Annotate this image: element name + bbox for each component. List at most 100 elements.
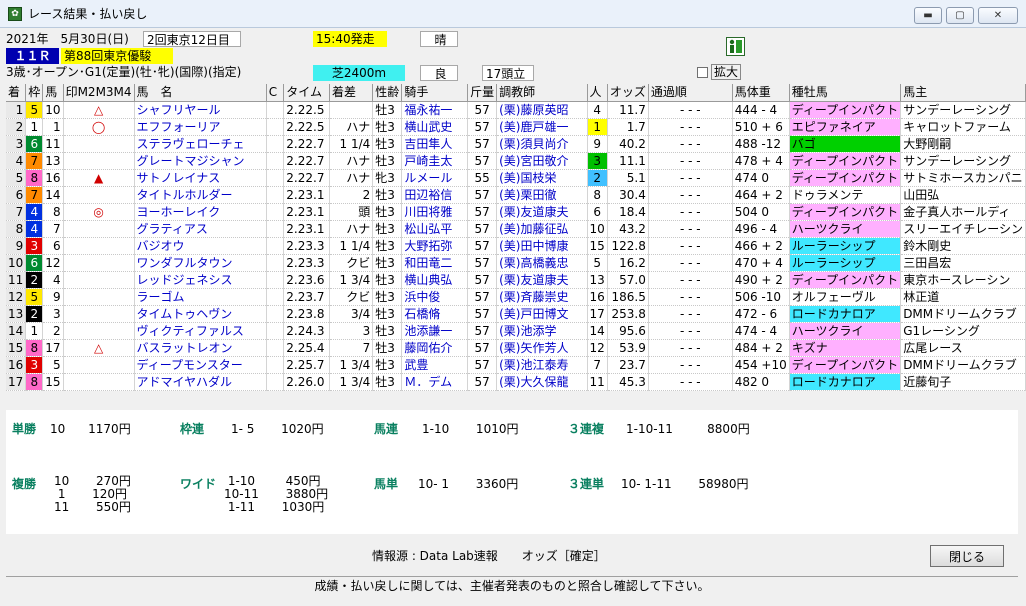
wide-label: ワイド	[180, 477, 217, 491]
column-header[interactable]: 性齢	[372, 84, 403, 102]
horse-number: 7	[42, 220, 64, 238]
sire: ディープインパクト	[789, 152, 902, 170]
table-row[interactable]: 17 8 15 アドマイヤハダル 2.26.0 1 3/4 牡3 Ｍ．デム 57 (栗)大久保龍 1…	[6, 373, 1026, 391]
passing-order: - - -	[648, 373, 733, 391]
margin: 1 3/4	[329, 356, 374, 374]
column-header[interactable]: 馬体重	[732, 84, 790, 102]
table-row[interactable]: 8 4 7 グラティアス 2.23.1 ハナ 牡3 松山弘平 57 (美)加藤征弘 10 43.2- …	[6, 220, 1026, 238]
payout-panel: 単勝 10 1170円 枠連 1- 5 1020円 馬連 1-10 1010円 …	[6, 410, 1018, 534]
column-header[interactable]: 騎手	[401, 84, 469, 102]
gate-number: 3	[25, 237, 44, 255]
horse-name: タイムトゥヘヴン	[134, 305, 267, 323]
horse-name: エフフォーリア	[134, 118, 267, 136]
table-row[interactable]: 15 8 17 △ バスラットレオン 2.25.4 7 牡3 藤岡佑介 57 (栗)矢作芳人 12 53…	[6, 339, 1026, 357]
table-row[interactable]: 9 3 6 バジオウ 2.23.3 1 1/4 牡3 大野拓弥 57 (美)田中博康 15 122.8…	[6, 237, 1026, 255]
maximize-button[interactable]: ▢	[946, 7, 974, 24]
table-row[interactable]: 2 1 1 ◯ エフフォーリア 2.22.5 ハナ 牡3 横山武史 57 (美)鹿戸雄一 1 1.7- …	[6, 118, 1026, 136]
close-button[interactable]: 閉じる	[930, 545, 1004, 567]
body-weight: 472 - 6	[732, 305, 790, 323]
table-row[interactable]: 7 4 8 ◎ ヨーホーレイク 2.23.1 頭牡3 川田将雅 57 (栗)友道康夫 6 18.4- …	[6, 203, 1026, 221]
enlarge-checkbox[interactable]	[697, 67, 708, 78]
runners: 17頭立	[482, 65, 534, 81]
sex-age: 牡3	[372, 237, 403, 255]
table-row[interactable]: 10 6 12 ワンダフルタウン 2.23.3 クビ 牡3 和田竜二 57 (栗)高橋義忠 5 16.…	[6, 254, 1026, 272]
owner: 鈴木剛史	[900, 237, 1026, 255]
column-header[interactable]: 調教師	[496, 84, 588, 102]
finish-position: 8	[6, 220, 27, 238]
column-header[interactable]: タイム	[283, 84, 331, 102]
gate-number: 4	[25, 203, 44, 221]
table-row[interactable]: 3 6 11 ステラヴェローチェ 2.22.7 1 1/4 牡3 吉田隼人 57 (栗)須貝尚介 9…	[6, 135, 1026, 153]
finish-time: 2.23.3	[283, 237, 331, 255]
table-row[interactable]: 5 8 16 ▲ サトノレイナス 2.22.7 ハナ 牝3 ルメール 55 (美)国枝栄 2 5.1- …	[6, 169, 1026, 187]
owner: サトミホースカンパニ	[900, 169, 1026, 187]
column-header[interactable]: C	[266, 84, 285, 102]
table-row[interactable]: 13 2 3 タイムトゥヘヴン 2.23.8 3/4 牡3 石橋脩 57 (美)戸田博文 17 253…	[6, 305, 1026, 323]
close-window-button[interactable]: ✕	[978, 7, 1018, 24]
popularity: 17	[587, 305, 608, 323]
popularity: 1	[587, 118, 608, 136]
data-source: 情報源 : Data Lab速報 オッズ［確定］	[372, 549, 606, 563]
column-header[interactable]: 着	[6, 84, 27, 102]
odds: 45.3	[607, 373, 649, 391]
course-cell	[266, 118, 285, 136]
sire: ディープインパクト	[789, 271, 902, 289]
popularity: 6	[587, 203, 608, 221]
umatan-value: 10- 1 3360円	[418, 477, 519, 491]
column-header[interactable]: 枠	[25, 84, 44, 102]
gate-number: 7	[25, 152, 44, 170]
race-date: 2021年 5月30日(日)	[6, 32, 129, 46]
minimize-button[interactable]: ▬	[914, 7, 942, 24]
weight-carried: 57	[467, 373, 498, 391]
gate-number: 5	[25, 288, 44, 306]
table-row[interactable]: 1 5 10 △ シャフリヤール 2.22.5 牡3 福永祐一 57 (栗)藤原英昭 4 11.7- …	[6, 101, 1026, 119]
sire: ディープインパクト	[789, 203, 902, 221]
prediction-mark: ◎	[63, 203, 135, 221]
sanrenpuku-label: ３連複	[568, 422, 605, 436]
table-row[interactable]: 16 3 5 ディープモンスター 2.25.7 1 3/4 牡3 武豊 57 (栗)池江泰寿 7 23…	[6, 356, 1026, 374]
table-row[interactable]: 12 5 9 ラーゴム 2.23.7 クビ 牡3 浜中俊 57 (栗)斉藤崇史 16 186.5- -…	[6, 288, 1026, 306]
person-icon[interactable]	[726, 37, 745, 56]
column-header[interactable]: 印M2M3M4	[63, 84, 135, 102]
popularity: 4	[587, 101, 608, 119]
status-bar: 成績・払い戻しに関しては、主催者発表のものと照合し確認して下さい。	[6, 576, 1018, 596]
horse-number: 13	[42, 152, 64, 170]
column-header[interactable]: 着差	[329, 84, 374, 102]
gate-number: 2	[25, 271, 44, 289]
column-header[interactable]: オッズ	[607, 84, 649, 102]
course-cell	[266, 135, 285, 153]
column-header[interactable]: 通過順	[648, 84, 733, 102]
column-header[interactable]: 馬 名	[134, 84, 267, 102]
table-row[interactable]: 14 1 2 ヴィクティファルス 2.24.3 3 牡3 池添謙一 57 (栗)池添学 14 95.6…	[6, 322, 1026, 340]
tansho-value: 10 1170円	[50, 422, 131, 436]
wide-value: 1-10 450円 10-11 3880円 1-11 1030円	[224, 474, 329, 514]
weight-carried: 55	[467, 169, 498, 187]
weight-carried: 57	[467, 135, 498, 153]
column-header[interactable]: 馬主	[900, 84, 1026, 102]
table-row[interactable]: 11 2 4 レッドジェネシス 2.23.6 1 3/4 牡3 横山典弘 57 (栗)友道康夫 13…	[6, 271, 1026, 289]
sex-age: 牡3	[372, 356, 403, 374]
table-row[interactable]: 6 7 14 タイトルホルダー 2.23.1 2 牡3 田辺裕信 57 (美)栗田徹 8 30.4- …	[6, 186, 1026, 204]
prediction-mark: △	[63, 101, 135, 119]
owner: DMMドリームクラブ	[900, 305, 1026, 323]
passing-order: - - -	[648, 305, 733, 323]
column-header[interactable]: 斤量	[467, 84, 498, 102]
margin: 1 3/4	[329, 271, 374, 289]
jockey: 横山武史	[401, 118, 469, 136]
column-header[interactable]: 人	[587, 84, 608, 102]
finish-position: 12	[6, 288, 27, 306]
jockey: 浜中俊	[401, 288, 469, 306]
sex-age: 牡3	[372, 118, 403, 136]
sex-age: 牡3	[372, 288, 403, 306]
table-row[interactable]: 4 7 13 グレートマジシャン 2.22.7 ハナ 牡3 戸崎圭太 57 (美)宮田敬介 3 11.…	[6, 152, 1026, 170]
horse-number: 16	[42, 169, 64, 187]
race-meeting: 2回東京12日目	[143, 31, 241, 47]
window-title: レース結果・払い戻し	[28, 7, 148, 21]
column-header[interactable]: 種牡馬	[789, 84, 902, 102]
column-header[interactable]: 馬	[42, 84, 64, 102]
passing-order: - - -	[648, 288, 733, 306]
enlarge-label: 拡大	[711, 64, 742, 80]
finish-position: 1	[6, 101, 27, 119]
gate-number: 1	[25, 322, 44, 340]
finish-time: 2.22.5	[283, 118, 331, 136]
